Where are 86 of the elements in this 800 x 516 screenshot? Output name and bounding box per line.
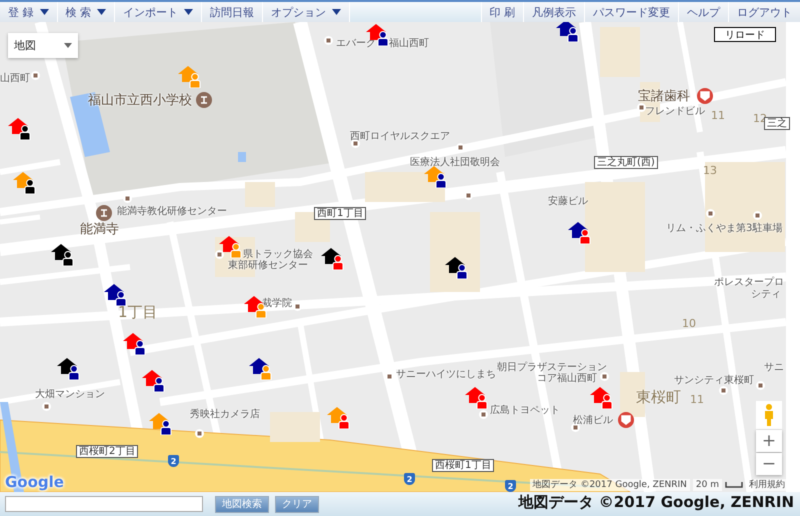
place-dot-icon	[456, 143, 465, 152]
place-label: ポレスタープロ	[714, 277, 784, 288]
house-icon[interactable]	[556, 22, 576, 36]
menu-button[interactable]: 凡例表示	[523, 2, 584, 22]
place-label: 福山西町	[389, 38, 429, 49]
hospital-icon	[697, 88, 713, 104]
caret-icon	[64, 43, 72, 48]
building-block	[245, 182, 275, 207]
place-dot-icon	[753, 211, 762, 220]
place-label: 医療法人社団敬明会	[410, 157, 500, 168]
address-search-field[interactable]	[5, 496, 203, 512]
route-shield: 2	[505, 480, 516, 492]
block-number: 10	[682, 317, 696, 330]
place-dot-icon	[215, 250, 224, 259]
menu-button[interactable]: 登 録	[0, 2, 58, 22]
place-dot-icon	[571, 423, 580, 432]
place-dot-icon	[600, 372, 609, 381]
place-label: サニ	[764, 362, 784, 373]
district-name: 1丁目	[118, 303, 158, 322]
map-data-caption: 地図データ ©2017 Google, ZENRIN	[518, 493, 794, 512]
place-label: サンシティ東桜町	[674, 375, 754, 386]
place-dot-icon	[479, 410, 488, 419]
menu-button[interactable]: ログアウト	[728, 2, 800, 22]
place-dot-icon	[637, 103, 646, 112]
temple-icon	[96, 205, 112, 221]
place-dot-icon	[42, 402, 51, 411]
school-icon	[196, 92, 212, 108]
place-label: 朝日プラザステーション	[497, 362, 607, 373]
place-dot-icon	[464, 191, 473, 200]
menu-button[interactable]: インポート	[115, 2, 202, 22]
place-label: フレンドビル	[645, 106, 705, 117]
scale-label: 20 m	[692, 479, 722, 491]
place-label: サニーハイツにしまち	[396, 369, 496, 380]
place-label: 西町ロイヤルスクエア	[350, 131, 450, 142]
place-label: 松浦ビル	[573, 415, 613, 426]
zoom-out-button[interactable]: −	[756, 453, 782, 475]
district-name: 東桜町	[636, 388, 681, 407]
place-dot-icon	[195, 429, 204, 438]
place-label: リム・ふくやま第3駐車場	[666, 223, 782, 234]
place-label: 宝諸歯科	[638, 89, 690, 104]
block-number: 13	[703, 164, 717, 177]
menu-button[interactable]: 訪問日報	[202, 2, 263, 22]
scale-bar-icon	[725, 482, 743, 488]
pond	[238, 152, 246, 162]
block-number: 11	[711, 109, 725, 122]
place-name-sign: 西桜町2丁目	[76, 445, 138, 458]
menu-button[interactable]: 検 索	[58, 2, 115, 22]
place-label: 大畑マンション	[35, 389, 105, 400]
place-name-sign: 三之丸町(西)	[594, 156, 658, 169]
menu-button[interactable]: 印 刷	[480, 2, 523, 22]
place-dot-icon	[719, 386, 728, 395]
place-label: コア福山西町	[537, 373, 597, 384]
hospital-icon	[618, 412, 634, 428]
menu-button[interactable]: パスワード変更	[584, 2, 678, 22]
place-dot-icon	[31, 71, 40, 80]
place-label: 県トラック協会	[243, 249, 313, 260]
place-dot-icon	[706, 209, 715, 218]
reload-button[interactable]: リロード	[714, 27, 776, 42]
building-block	[270, 412, 320, 442]
place-label: 能満寺教化研修センター	[117, 206, 227, 217]
place-label: 福山市立西小学校	[88, 93, 192, 108]
place-name-sign: 三之	[764, 117, 790, 130]
route-shield: 2	[404, 473, 415, 485]
map-type-dropdown[interactable]: 地図	[8, 33, 78, 58]
menu-button[interactable]: オプション	[263, 2, 350, 22]
place-dot-icon	[351, 139, 360, 148]
place-label: シティ	[751, 289, 781, 300]
route-shield: 2	[168, 455, 179, 467]
place-label: 能満寺	[80, 222, 119, 237]
place-label: 広島トヨペット	[490, 405, 560, 416]
place-label: 東部研修センター	[228, 260, 308, 271]
place-dot-icon	[293, 302, 302, 311]
map-data-credit: 地図データ ©2017 Google, ZENRIN	[530, 479, 690, 491]
zoom-in-button[interactable]: +	[756, 430, 782, 452]
place-label: 安藤ビル	[548, 196, 588, 207]
place-name-sign: 西桜町1丁目	[432, 459, 494, 472]
menu-button[interactable]: ヘルプ	[678, 2, 728, 22]
place-dot-icon	[123, 194, 132, 203]
building-block	[600, 27, 640, 77]
place-dot-icon	[324, 36, 333, 45]
place-name-sign: 西町1丁目	[314, 207, 366, 220]
place-dot-icon	[756, 381, 765, 390]
place-label: 山西町	[0, 73, 30, 84]
block-number: 11	[690, 393, 704, 406]
place-label: 秀映社カメラ店	[190, 409, 260, 420]
terms-link[interactable]: 利用規約	[746, 479, 788, 491]
